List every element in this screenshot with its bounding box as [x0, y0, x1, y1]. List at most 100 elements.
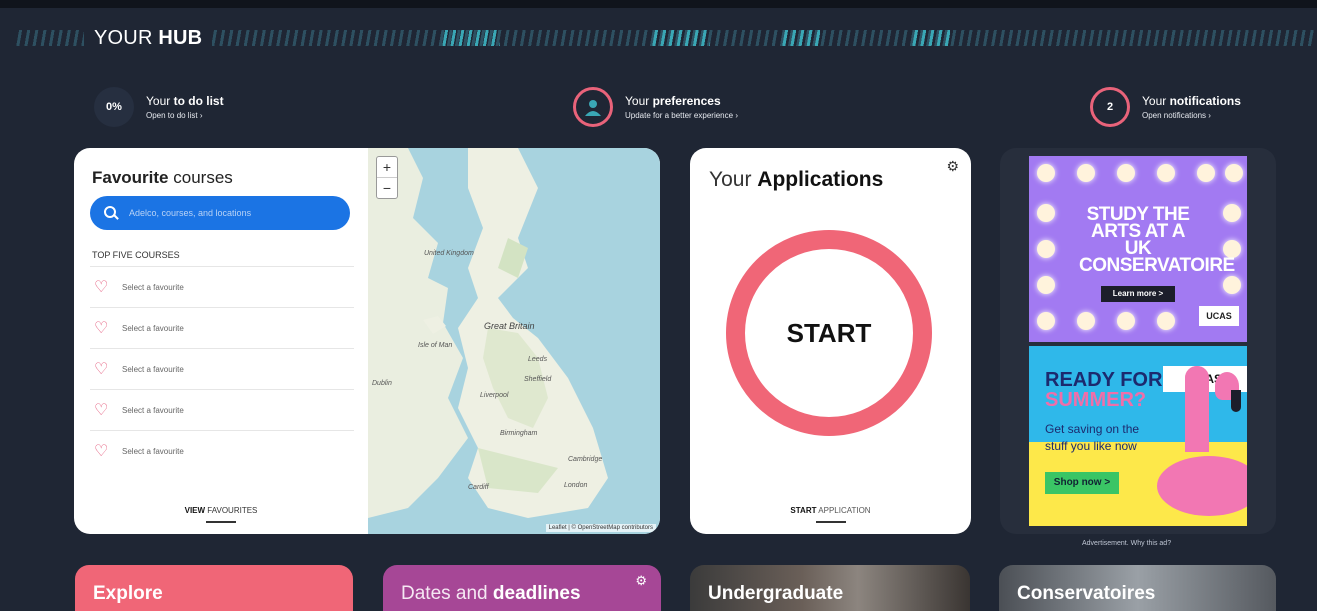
map-label-gb: Great Britain: [484, 321, 535, 331]
ad1-learn-more-button[interactable]: Learn more >: [1101, 286, 1175, 302]
todo-link[interactable]: Open to do list: [146, 111, 198, 120]
map-label-london: London: [564, 482, 588, 489]
bulb-decoration: [1117, 164, 1135, 182]
favourite-label: Select a favourite: [122, 282, 184, 292]
list-item[interactable]: ♡ Select a favourite: [90, 430, 354, 471]
favourite-label: Select a favourite: [122, 364, 184, 374]
map-label-cambridge: Cambridge: [568, 456, 603, 463]
undergraduate-text: Undergraduate: [708, 583, 844, 604]
header-stripe-accent: [780, 30, 820, 46]
undergraduate-label: Undergraduate: [708, 583, 843, 605]
notifications-summary[interactable]: 2 Your notifications Open notifications …: [1090, 85, 1241, 129]
dates-label: Dates and deadlines: [401, 583, 581, 605]
map-attribution[interactable]: Leaflet | © OpenStreetMap contributors: [545, 524, 656, 532]
bulb-decoration: [1157, 164, 1175, 182]
list-item[interactable]: ♡ Select a favourite: [90, 307, 354, 348]
bulb-decoration: [1223, 276, 1241, 294]
start-application-bold: START: [790, 506, 817, 515]
zoom-control: + −: [376, 156, 398, 199]
notifications-link[interactable]: Open notifications: [1142, 111, 1206, 120]
todo-progress: 0%: [94, 87, 134, 127]
ucas-logo: UCAS: [1199, 306, 1239, 326]
summer-ad[interactable]: READY FOR SUMMER? UCAS Get saving on the…: [1029, 346, 1247, 526]
heart-icon[interactable]: ♡: [94, 441, 108, 461]
course-search[interactable]: [90, 196, 350, 230]
map-label-dublin: Dublin: [372, 380, 392, 387]
bulb-decoration: [1037, 312, 1055, 330]
search-input[interactable]: [127, 207, 331, 219]
heart-icon[interactable]: ♡: [94, 277, 108, 297]
notifications-pre: Your: [1142, 94, 1167, 108]
chevron-right-icon: ›: [735, 111, 738, 120]
map-label-iom: Isle of Man: [418, 342, 453, 349]
explore-tile[interactable]: Explore: [75, 565, 353, 611]
ad-caption[interactable]: Advertisement. Why this ad?: [1082, 540, 1171, 547]
view-bold: VIEW: [184, 506, 206, 515]
start-application-link[interactable]: START APPLICATION: [690, 506, 971, 515]
dates-pre: Dates and: [401, 583, 488, 604]
gear-icon[interactable]: ⚙: [635, 573, 647, 589]
search-icon: [104, 206, 118, 220]
list-item[interactable]: ♡ Select a favourite: [90, 266, 354, 307]
favourites-title-rest: courses: [173, 168, 233, 187]
explore-label-text: Explore: [93, 583, 163, 604]
zoom-out-button[interactable]: −: [377, 178, 397, 198]
favourite-label: Select a favourite: [122, 323, 184, 333]
map-label-liverpool: Liverpool: [480, 392, 509, 399]
bulb-decoration: [1037, 164, 1055, 182]
conservatoire-ad[interactable]: STUDY THE ARTS AT A UK CONSERVATOIRE Lea…: [1029, 156, 1247, 342]
heart-icon[interactable]: ♡: [94, 318, 108, 338]
preferences-title: preferences: [652, 94, 721, 108]
bulb-decoration: [1037, 240, 1055, 258]
ads-panel: STUDY THE ARTS AT A UK CONSERVATOIRE Lea…: [1000, 148, 1276, 534]
preferences-link[interactable]: Update for a better experience: [625, 111, 733, 120]
todo-title: to do list: [173, 94, 224, 108]
list-item[interactable]: ♡ Select a favourite: [90, 348, 354, 389]
heart-icon[interactable]: ♡: [94, 359, 108, 379]
map-label-leeds: Leeds: [528, 356, 548, 363]
dates-bold: deadlines: [492, 583, 581, 604]
explore-label: Explore: [93, 583, 163, 605]
top-bar: [0, 0, 1317, 8]
header-stripe-accent: [650, 30, 710, 46]
start-label: START: [786, 317, 872, 348]
applications-card: Your Applications ⚙ START START APPLICAT…: [690, 148, 971, 534]
todo-pre: Your: [146, 94, 171, 108]
course-map[interactable]: + − United Kingdom Great Britain Isle of…: [368, 148, 660, 534]
bulb-decoration: [1077, 312, 1095, 330]
flamingo-body: [1157, 456, 1247, 516]
flamingo-beak: [1231, 390, 1241, 412]
bulb-decoration: [1077, 164, 1095, 182]
gear-icon[interactable]: ⚙: [946, 158, 959, 175]
zoom-in-button[interactable]: +: [377, 157, 397, 178]
view-rest: FAVOURITES: [207, 506, 258, 515]
conservatoires-tile[interactable]: Conservatoires: [999, 565, 1276, 611]
list-item[interactable]: ♡ Select a favourite: [90, 389, 354, 430]
start-application-rest: APPLICATION: [818, 506, 871, 515]
ad2-shop-now-button[interactable]: Shop now >: [1045, 472, 1119, 494]
flamingo-illustration: [1185, 366, 1209, 452]
header-stripe-accent: [910, 30, 950, 46]
bulb-decoration: [1117, 312, 1135, 330]
todo-summary[interactable]: 0% Your to do list Open to do list ›: [94, 85, 224, 129]
chevron-right-icon: ›: [1208, 111, 1211, 120]
view-favourites-link[interactable]: VIEW FAVOURITES: [74, 506, 368, 515]
person-icon: [573, 87, 613, 127]
bulb-decoration: [1037, 276, 1055, 294]
notification-count: 2: [1090, 87, 1130, 127]
favourites-title-bold: Favourite: [92, 168, 169, 187]
map-label-sheffield: Sheffield: [524, 376, 552, 383]
ad2-headline: READY FOR SUMMER?: [1045, 370, 1162, 410]
applications-title-pre: Your: [709, 168, 752, 191]
preferences-summary[interactable]: Your preferences Update for a better exp…: [573, 85, 738, 129]
conservatoires-label: Conservatoires: [1017, 583, 1155, 605]
dates-deadlines-tile[interactable]: Dates and deadlines ⚙: [383, 565, 661, 611]
title-pre: YOUR: [94, 27, 153, 49]
heart-icon[interactable]: ♡: [94, 400, 108, 420]
start-button[interactable]: START: [726, 230, 932, 436]
favourite-label: Select a favourite: [122, 405, 184, 415]
link-underline: [816, 521, 846, 523]
favourite-label: Select a favourite: [122, 446, 184, 456]
map-label-birmingham: Birmingham: [500, 430, 538, 437]
undergraduate-tile[interactable]: Undergraduate: [690, 565, 970, 611]
